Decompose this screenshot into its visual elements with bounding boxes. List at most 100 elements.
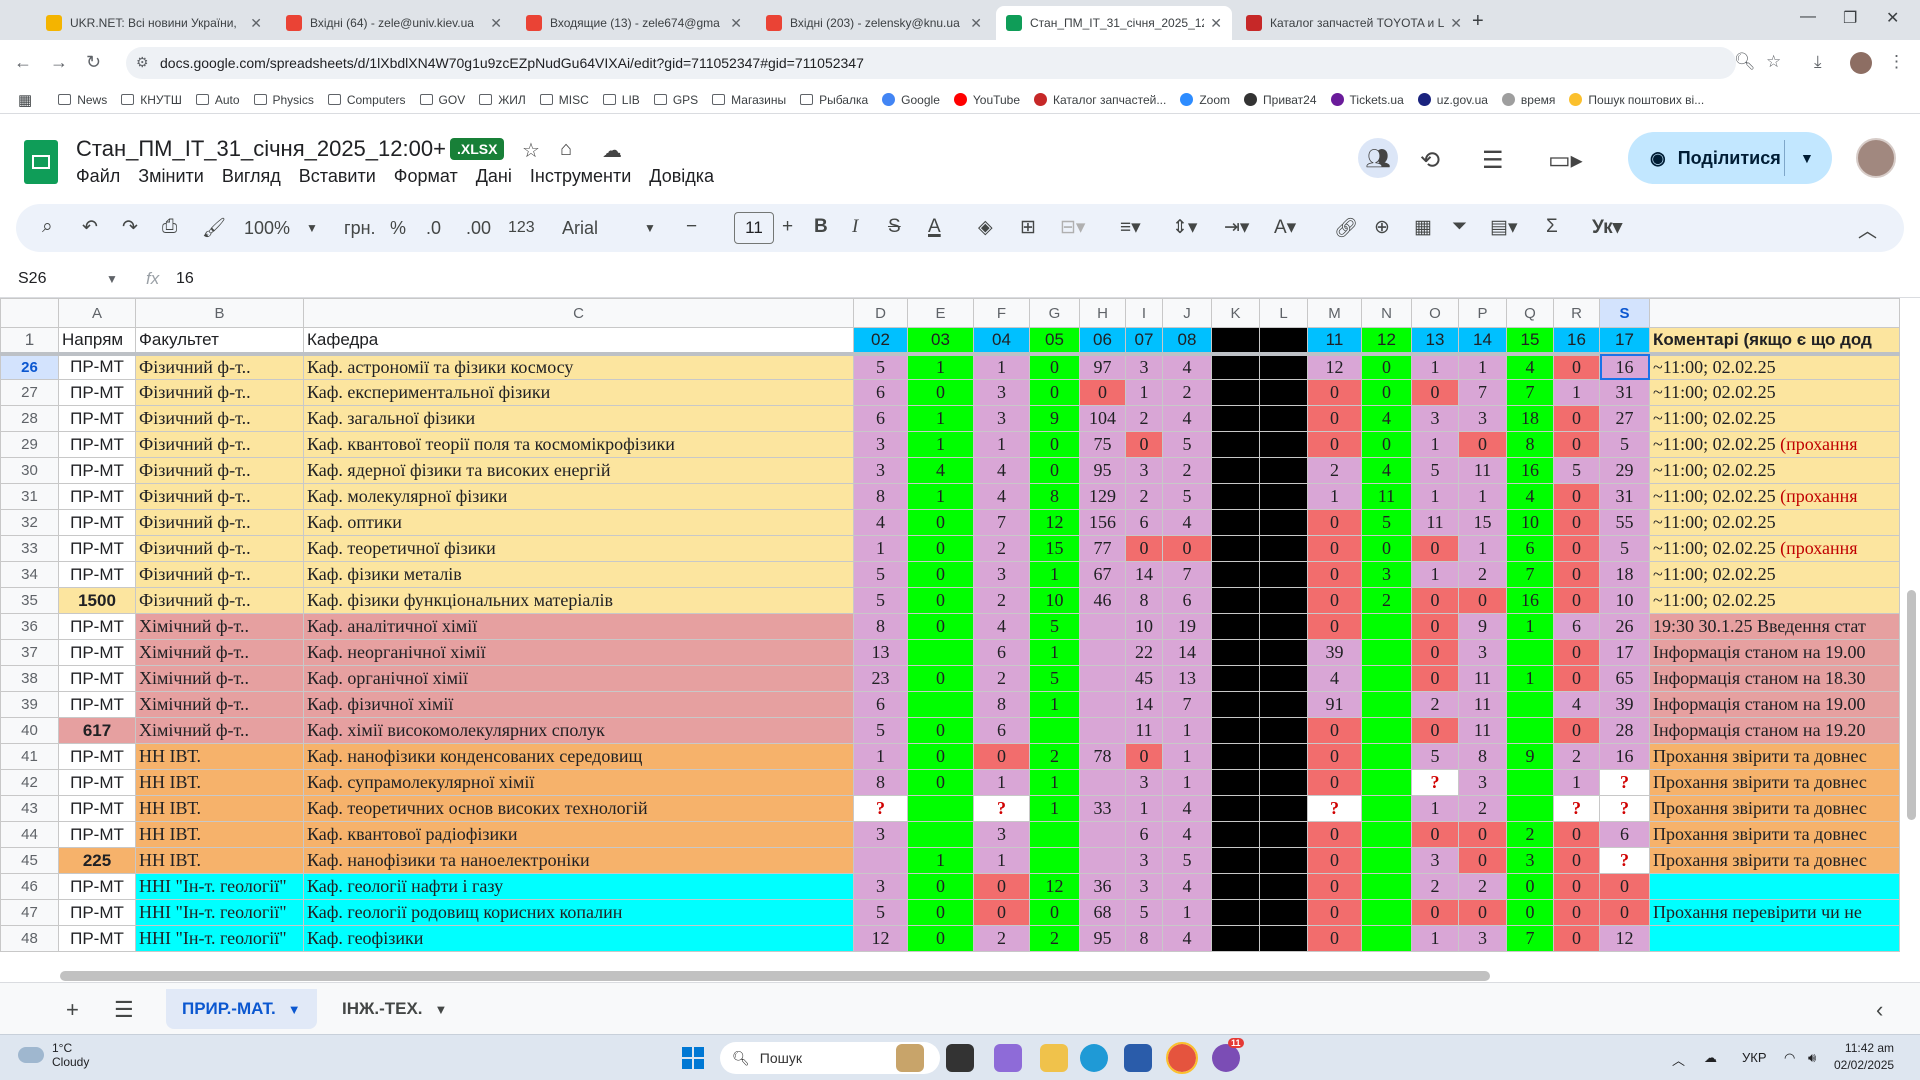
cell-value[interactable]: ? (1599, 795, 1650, 822)
cell-value[interactable]: 0 (907, 535, 974, 562)
cell-value[interactable]: 4 (973, 457, 1030, 484)
star-icon[interactable]: ☆ (522, 138, 540, 163)
more-formats-button[interactable]: 123 (508, 219, 535, 237)
cell-fakultet[interactable]: Хімічний ф-т.. (135, 691, 304, 718)
text-wrap-icon[interactable]: ⇥▾ (1224, 216, 1249, 239)
site-info-icon[interactable]: ⚙ (136, 54, 149, 71)
cell-value[interactable]: 0 (1125, 743, 1163, 770)
chrome-icon[interactable] (1166, 1042, 1198, 1074)
cell-fakultet[interactable]: Хімічний ф-т.. (135, 665, 304, 692)
cell-napr[interactable]: ПР-МТ (58, 925, 136, 952)
filter-icon[interactable]: ⏷ (1452, 216, 1467, 238)
cell-kafedra[interactable]: Каф. нанофізики та наноелектроніки (303, 847, 854, 874)
cell-value[interactable] (1211, 639, 1260, 666)
cell-value[interactable]: 8 (853, 613, 908, 640)
row-number[interactable]: 1 (0, 327, 59, 356)
cell-value[interactable]: 8 (1506, 431, 1554, 458)
new-tab-button[interactable]: + (1472, 10, 1484, 33)
cell-value[interactable] (1211, 457, 1260, 484)
cell-value[interactable]: 8 (1029, 483, 1080, 510)
cell-kafedra[interactable]: Каф. неорганічної хімії (303, 639, 854, 666)
cell-kafedra[interactable]: Каф. фізичної хімії (303, 691, 854, 718)
browser-tab[interactable]: Вхідні (64) - zele@univ.kiev.ua ✕ (276, 6, 512, 40)
zoom-icon[interactable]: 🔍︎ (1734, 52, 1756, 72)
formula-input[interactable]: 16 (176, 270, 194, 288)
cell-value[interactable]: 95 (1079, 925, 1126, 952)
cell-value[interactable]: 1 (973, 353, 1030, 380)
row-number[interactable]: 31 (0, 483, 59, 510)
cell-value[interactable]: 75 (1079, 431, 1126, 458)
cell-value[interactable]: 0 (1307, 379, 1362, 406)
cell-value[interactable]: 7 (1506, 561, 1554, 588)
name-box[interactable]: S26 (18, 270, 46, 288)
column-header[interactable]: F (973, 298, 1030, 328)
cell-value[interactable]: 0 (1553, 535, 1600, 562)
bold-icon[interactable]: B (814, 216, 828, 238)
cell-value[interactable]: 5 (853, 353, 908, 380)
cell-value[interactable]: 0 (1307, 769, 1362, 796)
cell-value[interactable]: 6 (973, 639, 1030, 666)
cell-value[interactable]: 29 (1599, 457, 1650, 484)
browser-tab[interactable]: UKR.NET: Всі новини України, ✕ (36, 6, 272, 40)
cell-value[interactable] (1029, 847, 1080, 874)
cell-comment[interactable]: ~11:00; 02.02.25 (1649, 587, 1900, 614)
cell-value[interactable]: 13 (1162, 665, 1212, 692)
wifi-icon[interactable]: ◠ (1784, 1050, 1795, 1066)
cell-napr[interactable]: ПР-МТ (58, 431, 136, 458)
row-number[interactable]: 28 (0, 405, 59, 432)
header-cell[interactable] (1211, 327, 1260, 356)
cell-value[interactable]: 104 (1079, 405, 1126, 432)
cell-value[interactable]: 0 (1553, 587, 1600, 614)
cell-comment[interactable] (1649, 873, 1900, 900)
cell-value[interactable]: 2 (1029, 743, 1080, 770)
cell-value[interactable]: 5 (1162, 431, 1212, 458)
cell-value[interactable]: 8 (1125, 587, 1163, 614)
zoom-dropdown-icon[interactable]: ▼ (306, 221, 318, 235)
cell-value[interactable]: 0 (1307, 743, 1362, 770)
header-cell[interactable]: 07 (1125, 327, 1163, 356)
cell-value[interactable]: 8 (1458, 743, 1507, 770)
row-number[interactable]: 41 (0, 743, 59, 770)
row-number[interactable]: 33 (0, 535, 59, 562)
cell-value[interactable]: 39 (1599, 691, 1650, 718)
sheet-tab[interactable]: ПРИР.-МАТ. ▼ (166, 989, 317, 1029)
cell-comment[interactable]: Прохання перевірити чи не (1649, 899, 1900, 926)
cell-value[interactable]: 4 (1307, 665, 1362, 692)
cell-value[interactable] (1259, 613, 1308, 640)
cell-value[interactable]: 5 (1125, 899, 1163, 926)
borders-icon[interactable]: ⊞ (1020, 216, 1036, 239)
cell-value[interactable] (1211, 379, 1260, 406)
cell-fakultet[interactable]: Фізичний ф-т.. (135, 561, 304, 588)
cell-value[interactable]: 1 (1506, 613, 1554, 640)
cell-kafedra[interactable]: Каф. органічної хімії (303, 665, 854, 692)
bookmark-item[interactable]: ЖИЛ (479, 93, 526, 107)
cell-value[interactable]: 1 (907, 483, 974, 510)
cell-value[interactable]: 5 (853, 561, 908, 588)
clock[interactable]: 11:42 am 02/02/2025 (1834, 1040, 1894, 1074)
header-cell[interactable]: 15 (1506, 327, 1554, 356)
select-all-corner[interactable] (0, 298, 59, 328)
sheet-tab[interactable]: ІНЖ.-ТЕХ. ▼ (326, 989, 463, 1029)
row-number[interactable]: 27 (0, 379, 59, 406)
cell-value[interactable]: 0 (907, 587, 974, 614)
text-color-icon[interactable]: A (928, 216, 941, 238)
insert-chart-icon[interactable]: ▦ (1414, 216, 1432, 239)
meet-icon[interactable]: ▭▸ (1548, 146, 1583, 175)
cell-value[interactable]: 9 (1029, 405, 1080, 432)
cell-napr[interactable]: ПР-МТ (58, 561, 136, 588)
bookmark-item[interactable]: Приват24 (1244, 93, 1317, 107)
menu-item[interactable]: Змінити (138, 166, 204, 187)
cell-value[interactable]: 6 (853, 405, 908, 432)
cell-value[interactable]: 0 (1307, 899, 1362, 926)
cell-napr[interactable]: ПР-МТ (58, 795, 136, 822)
cell-kafedra[interactable]: Каф. оптики (303, 509, 854, 536)
cell-value[interactable]: 67 (1079, 561, 1126, 588)
cell-value[interactable]: 4 (1361, 405, 1412, 432)
cell-value[interactable]: 0 (1553, 873, 1600, 900)
cell-value[interactable]: 0 (1553, 431, 1600, 458)
row-number[interactable]: 43 (0, 795, 59, 822)
cell-value[interactable]: 0 (1029, 899, 1080, 926)
cell-value[interactable]: 5 (1599, 431, 1650, 458)
back-icon[interactable]: ← (14, 52, 32, 73)
tab-close-icon[interactable]: ✕ (1210, 15, 1222, 32)
